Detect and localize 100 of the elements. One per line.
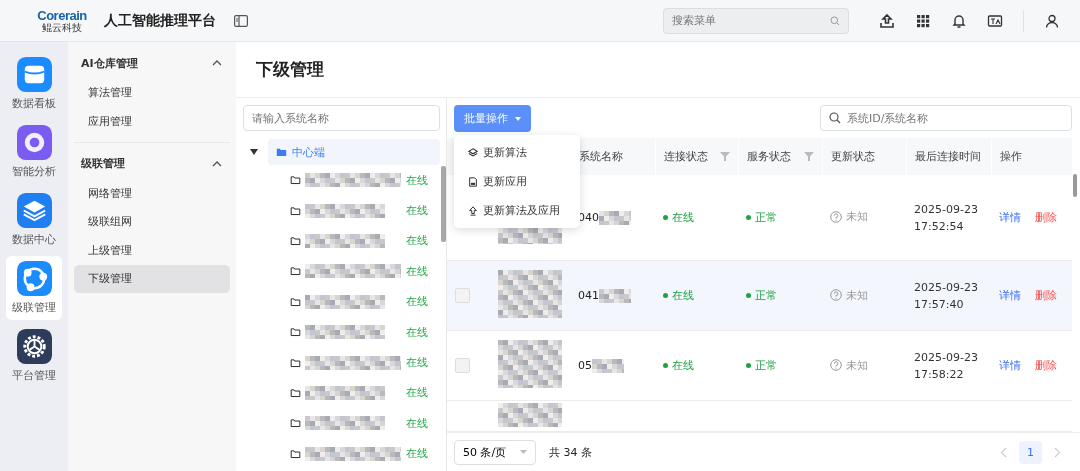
- table-row[interactable]: 041 在线 正常 未知 2025-09-23 17:57:40 详情 删除: [447, 260, 1072, 331]
- gear-icon: [16, 329, 52, 364]
- submenu-item[interactable]: 算法管理: [74, 78, 230, 107]
- sidebar-toggle-icon[interactable]: [234, 14, 248, 27]
- caret-icon: [520, 450, 527, 455]
- blurred-text: [592, 358, 624, 373]
- nav-rail-item[interactable]: 级联管理: [6, 256, 62, 320]
- page-size-select[interactable]: 50 条/页: [454, 439, 536, 465]
- details-link[interactable]: 详情: [999, 358, 1021, 374]
- layers-icon: [16, 193, 52, 228]
- last-connect-time: 2025-09-23 17:52:54: [914, 201, 979, 235]
- online-status: 在线: [406, 233, 428, 249]
- connection-status: 在线: [663, 210, 694, 225]
- upload-icon[interactable]: [879, 12, 895, 29]
- nav-rail-item[interactable]: 平台管理: [6, 324, 62, 388]
- user-icon[interactable]: [1044, 12, 1060, 29]
- menu-group-title: 级联管理: [81, 156, 125, 171]
- submenu-item[interactable]: 网络管理: [74, 179, 230, 207]
- column-header: 连接状态: [663, 148, 708, 164]
- service-status: 正常: [746, 288, 777, 304]
- translate-icon[interactable]: [987, 12, 1003, 29]
- update-status: 未知: [846, 209, 868, 225]
- details-link[interactable]: 详情: [999, 288, 1021, 304]
- search-icon: [830, 15, 840, 26]
- delete-link[interactable]: 删除: [1035, 288, 1057, 304]
- tree-node[interactable]: 中心端: [268, 139, 440, 165]
- submenu-item[interactable]: 级联组网: [74, 207, 230, 236]
- online-status: 在线: [406, 355, 428, 371]
- system-search-field[interactable]: 系统ID/系统名称: [820, 105, 1072, 131]
- folder-icon: [276, 147, 287, 157]
- upload-arrow-icon: [468, 205, 478, 216]
- update-status: 未知: [846, 357, 868, 373]
- folder-icon: [290, 448, 301, 459]
- nav-rail-item[interactable]: 数据中心: [6, 188, 62, 252]
- delete-link[interactable]: 删除: [1035, 210, 1057, 225]
- menu-item[interactable]: 更新算法: [454, 138, 580, 167]
- folder-icon: [290, 235, 301, 246]
- submenu-item[interactable]: 应用管理: [74, 107, 230, 135]
- service-status: 正常: [746, 210, 777, 225]
- question-icon: [830, 289, 842, 301]
- cube-icon: [468, 147, 478, 158]
- table-row[interactable]: 05 在线 正常 未知 2025-09-23 17:58:22 详情 删除: [447, 330, 1072, 401]
- last-connect-time: 2025-09-23 17:57:40: [914, 279, 979, 313]
- ring-icon: [16, 125, 52, 160]
- online-status: 在线: [406, 385, 428, 401]
- online-status: 在线: [406, 294, 428, 310]
- column-header: 操作: [999, 148, 1022, 164]
- database-icon: [16, 57, 52, 92]
- page-button[interactable]: 1: [1019, 440, 1042, 464]
- row-checkbox[interactable]: [455, 288, 470, 304]
- logo-name: Corerain: [37, 8, 87, 22]
- submenu-item[interactable]: 上级管理: [74, 236, 230, 264]
- last-connect-time: 2025-09-23 17:58:22: [914, 349, 979, 383]
- column-header: 系统名称: [578, 148, 623, 164]
- delete-link[interactable]: 删除: [1035, 358, 1057, 374]
- nav-rail-item[interactable]: 智能分析: [6, 120, 62, 184]
- folder-icon: [290, 205, 301, 216]
- system-name: 05: [578, 359, 592, 373]
- question-icon: [830, 210, 842, 223]
- menu-item[interactable]: 更新算法及应用: [454, 196, 580, 225]
- column-header: 最后连接时间: [914, 148, 981, 164]
- online-status: 在线: [406, 415, 428, 431]
- folder-icon: [290, 296, 301, 307]
- connection-status: 在线: [663, 358, 694, 374]
- chevron-icon[interactable]: [212, 160, 222, 167]
- submenu-item[interactable]: 下级管理: [74, 264, 230, 293]
- network-icon: [16, 261, 52, 296]
- column-header: 更新状态: [830, 148, 875, 164]
- details-link[interactable]: 详情: [999, 210, 1021, 225]
- online-status: 在线: [406, 324, 428, 340]
- connection-status: 在线: [663, 288, 694, 304]
- online-status: 在线: [406, 446, 428, 462]
- folder-icon: [290, 387, 301, 398]
- folder-icon: [290, 327, 301, 338]
- nav-rail-item[interactable]: 数据看板: [6, 52, 62, 116]
- menu-group-title: AI仓库管理: [81, 55, 138, 71]
- menu-search-field[interactable]: 搜索菜单: [663, 7, 849, 34]
- blurred-text: [498, 340, 562, 389]
- caret-icon[interactable]: [250, 149, 258, 155]
- column-header: 服务状态: [746, 148, 791, 164]
- blurred-text: [599, 210, 631, 225]
- row-checkbox[interactable]: [455, 358, 470, 374]
- chevron-icon[interactable]: [212, 60, 222, 66]
- system-name-search-field[interactable]: 请输入系统名称: [243, 105, 440, 131]
- online-status: 在线: [406, 263, 428, 279]
- app-title: 人工智能推理平台: [104, 11, 216, 30]
- service-status: 正常: [746, 358, 777, 374]
- apps-grid-icon[interactable]: [915, 12, 931, 29]
- online-status: 在线: [406, 172, 428, 188]
- online-status: 在线: [406, 203, 428, 219]
- question-icon: [830, 359, 842, 371]
- page-title: 下级管理: [256, 58, 324, 81]
- scrollbar[interactable]: [441, 166, 446, 242]
- blurred-text: [498, 270, 562, 319]
- scrollbar[interactable]: [1073, 174, 1077, 197]
- folder-icon: [290, 357, 301, 368]
- app-file-icon: [468, 176, 478, 187]
- update-status: 未知: [846, 287, 868, 303]
- caret-icon: [515, 116, 521, 121]
- bell-icon[interactable]: [951, 12, 967, 29]
